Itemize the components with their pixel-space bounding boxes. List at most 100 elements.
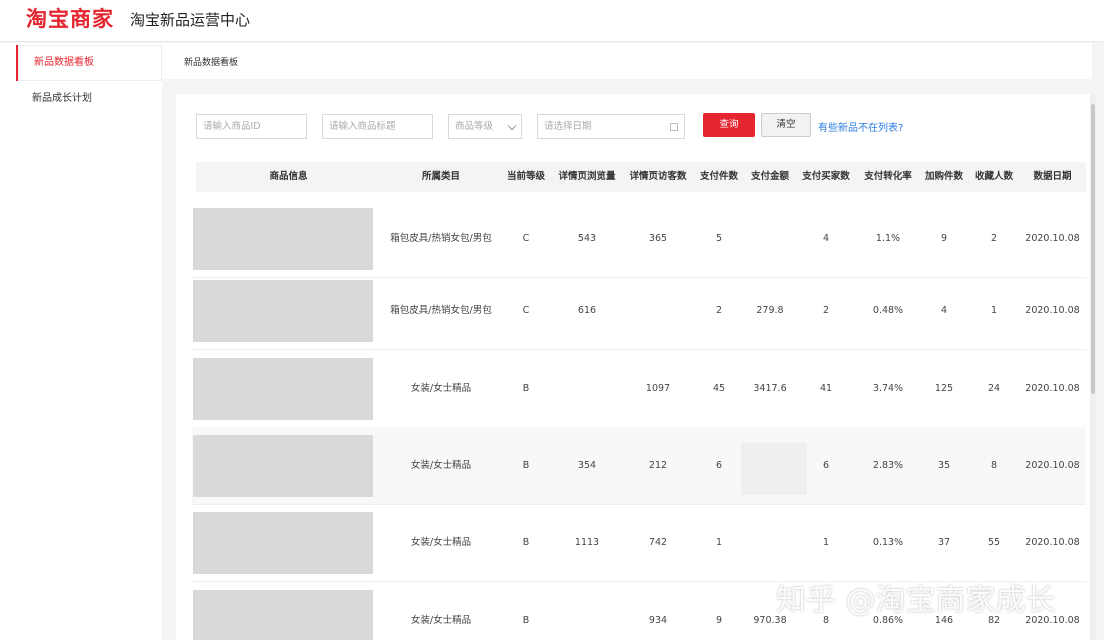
table-row[interactable]: 箱包皮具/热销女包/男包 C 543 365 5 4 1.1% 9 2 2020.10.08 [192, 200, 1086, 278]
table-cell: 279.8 [756, 305, 784, 316]
table-cell: 934 [648, 615, 668, 626]
table-cell: 2 [715, 305, 723, 316]
table-cell: 1097 [645, 383, 671, 394]
table-cell: 37 [937, 537, 951, 548]
clear-button[interactable]: 清空 [761, 113, 811, 137]
grade-select-value: 商品等级 [455, 121, 494, 132]
table-cell: 2 [990, 233, 998, 244]
column-header: 数据日期 [1033, 171, 1072, 182]
table-cell: 箱包皮具/热销女包/男包 [390, 305, 492, 316]
table-cell: 45 [712, 383, 726, 394]
column-header: 收藏人数 [974, 171, 1013, 182]
table-cell: 0.48% [872, 305, 904, 316]
table-cell: 365 [648, 233, 668, 244]
sidebar-item-dashboard[interactable]: 新品数据看板 [16, 45, 162, 81]
table-cell: 6 [822, 460, 830, 471]
breadcrumb: 新品数据看板 [184, 58, 239, 68]
calendar-icon [670, 123, 678, 131]
table-cell [551, 350, 623, 428]
column-header: 支付转化率 [864, 171, 912, 182]
breadcrumb-bar: 新品数据看板 [162, 43, 1092, 79]
table-cell: 9 [715, 615, 723, 626]
table-cell: 女装/女士精品 [410, 383, 472, 394]
table-cell: 2020.10.08 [1025, 305, 1080, 316]
table-cell: 35 [937, 460, 951, 471]
table-cell: 212 [648, 460, 668, 471]
column-header: 当前等级 [506, 171, 545, 182]
table-cell: C [522, 233, 530, 244]
column-header: 商品信息 [269, 171, 308, 182]
table-cell: 9 [940, 233, 948, 244]
table-cell: 4 [940, 305, 948, 316]
table-row[interactable]: 女装/女士精品 B 1113 742 1 1 0.13% 37 55 2020.10.08 [192, 504, 1086, 582]
table-cell: 1.1% [875, 233, 901, 244]
product-thumbnail[interactable] [193, 208, 373, 270]
product-thumbnail[interactable] [193, 358, 373, 420]
table-cell: 1 [715, 537, 723, 548]
grade-select[interactable]: 商品等级 [448, 114, 522, 139]
brand-logo[interactable]: 淘宝商家 [26, 5, 114, 33]
main-panel: 请输入商品ID 请输入商品标题 商品等级 请选择日期 查询 清空 有些新品不在列… [176, 94, 1090, 640]
table-cell: 6 [715, 460, 723, 471]
scrollbar-thumb[interactable] [1091, 104, 1095, 394]
table-cell: 1 [990, 305, 998, 316]
table-cell: 41 [819, 383, 833, 394]
table-cell: B [522, 383, 530, 394]
table-cell: 女装/女士精品 [410, 537, 472, 548]
table-cell: 2.83% [872, 460, 904, 471]
product-id-input[interactable]: 请输入商品ID [196, 114, 307, 139]
product-thumbnail[interactable] [193, 512, 373, 574]
table-cell: 742 [648, 537, 668, 548]
table-cell: 24 [987, 383, 1001, 394]
sidebar: 新品数据看板 新品成长计划 [0, 43, 162, 640]
table-cell: 2020.10.08 [1025, 233, 1080, 244]
table-cell: 1 [822, 537, 830, 548]
table-cell: 女装/女士精品 [410, 615, 472, 626]
table-cell: 2020.10.08 [1025, 460, 1080, 471]
table-cell: 354 [577, 460, 597, 471]
column-header: 加购件数 [924, 171, 963, 182]
product-thumbnail[interactable] [193, 435, 373, 497]
query-button[interactable]: 查询 [703, 113, 755, 137]
table-cell: 3.74% [872, 383, 904, 394]
table-cell: 3417.6 [753, 383, 787, 394]
table-cell [745, 504, 795, 582]
table-row[interactable]: 箱包皮具/热销女包/男包 C 616 2 279.8 2 0.48% 4 1 2020.10.08 [192, 272, 1086, 350]
table-cell: 616 [577, 305, 597, 316]
table-cell: B [522, 460, 530, 471]
column-header: 支付金额 [750, 171, 789, 182]
table-row[interactable]: 女装/女士精品 B 1097 45 3417.6 41 3.74% 125 24 2020.10.… [192, 350, 1086, 428]
table-row[interactable]: 女装/女士精品 B 354 212 6 6 2.83% 35 8 2020.10.08 [192, 427, 1086, 505]
table-cell: 55 [987, 537, 1001, 548]
table-cell: 2 [822, 305, 830, 316]
table-cell [623, 272, 693, 350]
column-header: 详情页访客数 [629, 171, 687, 182]
table-cell: B [522, 537, 530, 548]
table-cell: B [522, 615, 530, 626]
table-cell: 女装/女士精品 [410, 460, 472, 471]
column-header: 所属类目 [421, 171, 460, 182]
product-thumbnail[interactable] [193, 590, 373, 640]
product-thumbnail[interactable] [193, 280, 373, 342]
table-cell [745, 200, 795, 278]
table-cell: 0.13% [872, 537, 904, 548]
product-title-input[interactable]: 请输入商品标题 [322, 114, 433, 139]
date-picker-placeholder: 请选择日期 [544, 121, 592, 132]
top-header: 淘宝商家 淘宝新品运营中心 [0, 0, 1104, 42]
column-header: 支付买家数 [802, 171, 850, 182]
table-cell: 5 [715, 233, 723, 244]
table-header: 商品信息 所属类目 当前等级 详情页浏览量 详情页访客数 支付件数 支付金额 支… [196, 162, 1086, 192]
missing-products-link[interactable]: 有些新品不在列表? [818, 119, 903, 134]
table-cell: 箱包皮具/热销女包/男包 [390, 233, 492, 244]
column-header: 详情页浏览量 [558, 171, 616, 182]
table-cell: 4 [822, 233, 830, 244]
table-cell [745, 427, 795, 505]
chevron-down-icon [507, 121, 517, 131]
table-cell: 2020.10.08 [1025, 383, 1080, 394]
table-cell: 2020.10.08 [1025, 537, 1080, 548]
watermark: 知乎 @淘宝商家成长 [776, 583, 1056, 618]
sidebar-item-growth-plan[interactable]: 新品成长计划 [16, 81, 162, 117]
app-title: 淘宝新品运营中心 [130, 11, 251, 29]
date-picker[interactable]: 请选择日期 [537, 114, 685, 139]
table-cell: C [522, 305, 530, 316]
